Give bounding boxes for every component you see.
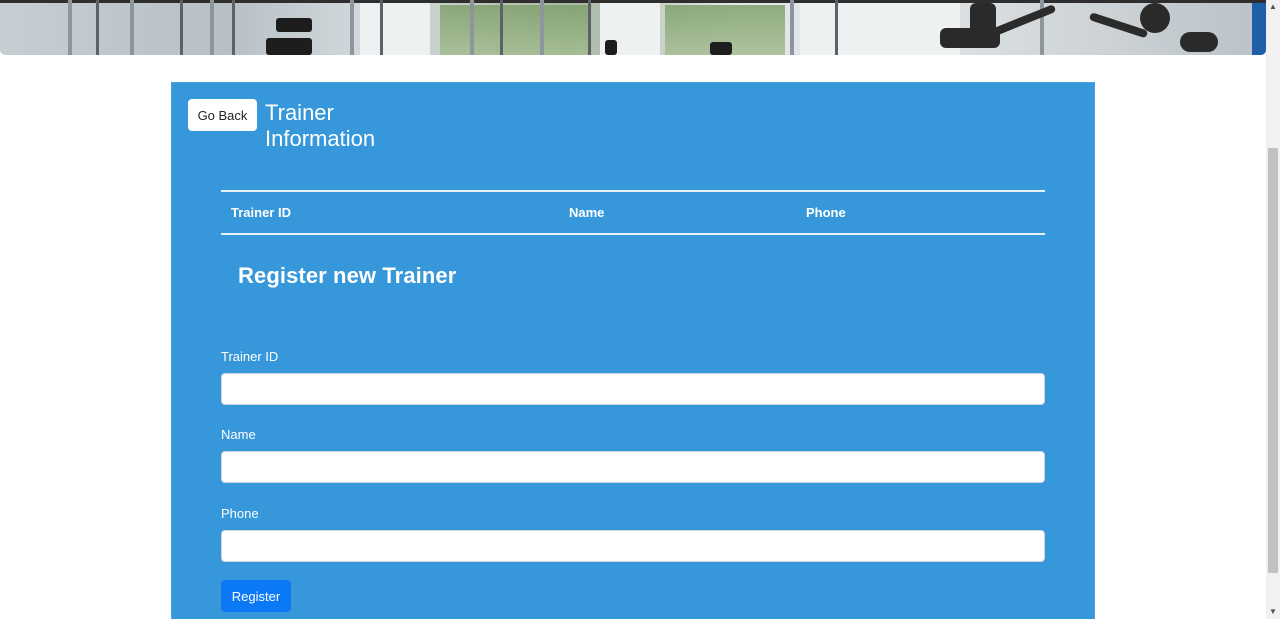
banner-rack (588, 0, 591, 55)
scroll-up-icon[interactable]: ▲ (1266, 0, 1280, 14)
banner-rack (470, 0, 474, 55)
banner-bike-arm (988, 4, 1057, 38)
name-label: Name (221, 427, 256, 442)
banner-rack (232, 0, 235, 55)
banner-weight-plate (276, 18, 312, 32)
table-header-row: Trainer ID Name Phone (221, 190, 1045, 235)
trainer-id-input[interactable] (221, 373, 1045, 405)
trainer-card: Go Back Trainer Information Trainer ID N… (171, 82, 1095, 619)
banner-rack (500, 0, 503, 55)
trainer-table: Trainer ID Name Phone (221, 190, 1045, 235)
page-title: Trainer Information (265, 100, 376, 151)
banner-rack (835, 0, 838, 55)
scrollbar-thumb[interactable] (1268, 148, 1278, 573)
page: Go Back Trainer Information Trainer ID N… (0, 0, 1280, 619)
banner-weight-plate (266, 38, 312, 55)
banner-rack (790, 0, 794, 55)
register-button[interactable]: Register (221, 580, 291, 612)
banner-window (360, 3, 430, 55)
trainer-id-label: Trainer ID (221, 349, 279, 364)
scroll-down-icon[interactable]: ▼ (1266, 605, 1280, 619)
banner-rack (96, 0, 99, 55)
banner-rack (68, 0, 72, 55)
banner-rack (350, 0, 354, 55)
banner-bike-handle (1180, 32, 1218, 52)
banner-blue-edge (1252, 3, 1266, 55)
phone-label: Phone (221, 506, 259, 521)
banner-window (800, 3, 960, 55)
column-header-phone: Phone (796, 190, 1045, 235)
vertical-scrollbar[interactable]: ▲ ▼ (1266, 0, 1280, 619)
banner-weight-plate (710, 42, 732, 55)
banner-bike-console (1140, 3, 1170, 33)
banner-rack (540, 0, 544, 55)
column-header-trainer-id: Trainer ID (221, 190, 559, 235)
register-section-title: Register new Trainer (238, 263, 457, 288)
banner-rack (380, 0, 383, 55)
banner-rack (210, 0, 214, 55)
hero-banner-image (0, 0, 1266, 55)
column-header-name: Name (559, 190, 796, 235)
banner-rack (180, 0, 183, 55)
name-input[interactable] (221, 451, 1045, 483)
banner-weight-plate (605, 40, 617, 55)
go-back-button[interactable]: Go Back (188, 99, 257, 131)
banner-rack (130, 0, 134, 55)
banner-greenery (440, 5, 590, 55)
phone-input[interactable] (221, 530, 1045, 562)
trainer-table-header: Trainer ID Name Phone (221, 190, 1045, 235)
